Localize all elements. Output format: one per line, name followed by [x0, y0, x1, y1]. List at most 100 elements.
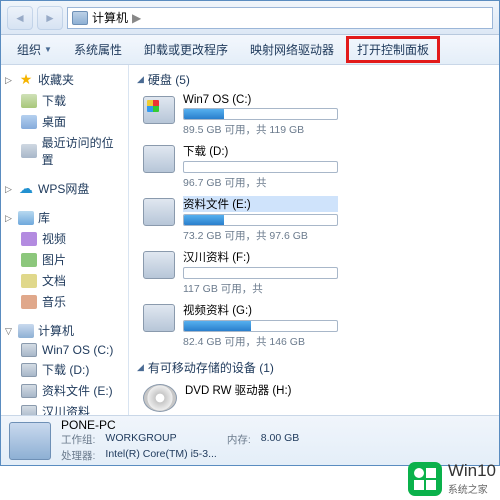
drive-f[interactable]: 汉川资料 (F:) 117 GB 可用，共	[143, 249, 338, 296]
cloud-icon: ☁	[18, 180, 34, 197]
computer-icon	[9, 422, 51, 460]
section-hdd[interactable]: ◢硬盘 (5)	[137, 71, 491, 88]
sidebar-item-drive-c[interactable]: Win7 OS (C:)	[1, 341, 128, 359]
content-pane: ◢硬盘 (5) Win7 OS (C:) 89.5 GB 可用，共 119 GB	[129, 65, 499, 415]
drive-name: Win7 OS (C:)	[183, 94, 338, 106]
drive-e[interactable]: 资料文件 (E:) 73.2 GB 可用，共 97.6 GB	[143, 196, 338, 243]
drive-icon	[143, 96, 175, 124]
body: ▷ ★ 收藏夹 下载 桌面 最近访问的位置 ▷ ☁ WPS网盘 ▷	[1, 65, 499, 415]
explorer-window: ◄ ► 计算机 ▶ 组织 ▼ 系统属性 卸载或更改程序 映射网络驱动器 打开控制…	[0, 0, 500, 466]
forward-button[interactable]: ►	[37, 6, 63, 30]
sidebar-library[interactable]: ▷ 库	[1, 207, 128, 228]
desktop-icon	[21, 115, 37, 129]
drive-dvd[interactable]: DVD RW 驱动器 (H:)	[143, 382, 338, 412]
drive-d[interactable]: 下载 (D:) 96.7 GB 可用，共	[143, 143, 338, 190]
computer-icon	[72, 11, 88, 25]
expand-icon: ▷	[5, 75, 14, 84]
sidebar-item-desktop[interactable]: 桌面	[1, 111, 128, 132]
watermark: Win10 系统之家	[408, 461, 496, 496]
dvd-icon	[143, 384, 177, 412]
drive-icon	[143, 145, 175, 173]
pc-name: PONE-PC	[61, 418, 299, 432]
drive-name: 资料文件 (E:)	[183, 196, 338, 212]
drive-capacity-text: 73.2 GB 可用，共 97.6 GB	[183, 228, 338, 243]
music-icon	[21, 295, 37, 309]
collapse-icon: ▽	[5, 326, 14, 335]
details-pane: PONE-PC 工作组: WORKGROUP 内存: 8.00 GB 处理器: …	[1, 415, 499, 465]
downloads-icon	[21, 94, 37, 108]
sidebar-item-drive-f[interactable]: 汉川资料	[1, 401, 128, 415]
map-network-drive-button[interactable]: 映射网络驱动器	[240, 37, 344, 62]
toolbar: 组织 ▼ 系统属性 卸载或更改程序 映射网络驱动器 打开控制面板	[1, 35, 499, 65]
cpu-value: Intel(R) Core(TM) i5-3...	[105, 448, 216, 463]
memory-value: 8.00 GB	[261, 432, 300, 447]
watermark-sub: 系统之家	[448, 481, 496, 496]
chevron-down-icon: ▼	[44, 45, 52, 54]
star-icon: ★	[18, 71, 34, 88]
sidebar-item-documents[interactable]: 文档	[1, 270, 128, 291]
uninstall-program-button[interactable]: 卸载或更改程序	[134, 37, 238, 62]
drive-capacity-text: 96.7 GB 可用，共	[183, 175, 338, 190]
sidebar-item-drive-e[interactable]: 资料文件 (E:)	[1, 380, 128, 401]
capacity-bar	[183, 214, 338, 226]
pictures-icon	[21, 253, 37, 267]
sidebar-computer[interactable]: ▽ 计算机	[1, 320, 128, 341]
sidebar-item-music[interactable]: 音乐	[1, 291, 128, 312]
sidebar-item-drive-d[interactable]: 下载 (D:)	[1, 359, 128, 380]
sidebar-wps-label: WPS网盘	[38, 180, 89, 197]
watermark-brand: Win10	[448, 461, 496, 480]
drive-capacity-text: 117 GB 可用，共	[183, 281, 338, 296]
system-properties-button[interactable]: 系统属性	[64, 37, 132, 62]
sidebar-wps[interactable]: ▷ ☁ WPS网盘	[1, 178, 128, 199]
drive-icon	[21, 384, 37, 398]
capacity-bar	[183, 161, 338, 173]
drive-capacity-text: 89.5 GB 可用，共 119 GB	[183, 122, 338, 137]
windows-logo-icon	[408, 462, 442, 496]
memory-label: 内存:	[227, 432, 251, 447]
drive-name: 下载 (D:)	[183, 143, 338, 159]
capacity-bar	[183, 320, 338, 332]
collapse-icon: ◢	[137, 74, 144, 85]
documents-icon	[21, 274, 37, 288]
capacity-bar	[183, 267, 338, 279]
drive-name: 汉川资料 (F:)	[183, 249, 338, 265]
drive-icon	[21, 363, 37, 377]
sidebar-item-video[interactable]: 视频	[1, 228, 128, 249]
capacity-bar	[183, 108, 338, 120]
drive-icon	[143, 198, 175, 226]
computer-icon	[18, 324, 34, 338]
organize-label: 组织	[17, 41, 41, 58]
expand-icon: ▷	[5, 213, 14, 222]
sidebar-favorites-label: 收藏夹	[38, 71, 74, 88]
drive-icon	[143, 251, 175, 279]
drive-capacity-text: 82.4 GB 可用，共 146 GB	[183, 334, 338, 349]
video-icon	[21, 232, 37, 246]
recent-icon	[21, 144, 37, 158]
expand-icon: ▷	[5, 184, 14, 193]
back-button[interactable]: ◄	[7, 6, 33, 30]
drive-g[interactable]: 视频资料 (G:) 82.4 GB 可用，共 146 GB	[143, 302, 338, 349]
cpu-label: 处理器:	[61, 448, 95, 463]
workgroup-label: 工作组:	[61, 432, 95, 447]
sidebar-item-recent[interactable]: 最近访问的位置	[1, 132, 128, 170]
section-removable[interactable]: ◢有可移动存储的设备 (1)	[137, 359, 491, 376]
collapse-icon: ◢	[137, 362, 144, 373]
titlebar: ◄ ► 计算机 ▶	[1, 1, 499, 35]
sidebar-computer-label: 计算机	[38, 322, 74, 339]
breadcrumb-location[interactable]: 计算机	[92, 9, 128, 26]
drive-icon	[143, 304, 175, 332]
workgroup-value: WORKGROUP	[105, 432, 216, 447]
drive-icon	[21, 343, 37, 357]
drive-c[interactable]: Win7 OS (C:) 89.5 GB 可用，共 119 GB	[143, 94, 338, 137]
drive-name: 视频资料 (G:)	[183, 302, 338, 318]
library-icon	[18, 211, 34, 225]
open-control-panel-button[interactable]: 打开控制面板	[346, 36, 440, 63]
navigation-pane: ▷ ★ 收藏夹 下载 桌面 最近访问的位置 ▷ ☁ WPS网盘 ▷	[1, 65, 129, 415]
sidebar-item-downloads[interactable]: 下载	[1, 90, 128, 111]
breadcrumb-separator-icon[interactable]: ▶	[132, 11, 141, 25]
sidebar-item-pictures[interactable]: 图片	[1, 249, 128, 270]
sidebar-favorites[interactable]: ▷ ★ 收藏夹	[1, 69, 128, 90]
address-bar[interactable]: 计算机 ▶	[67, 7, 493, 29]
organize-menu[interactable]: 组织 ▼	[7, 37, 62, 62]
drive-icon	[21, 405, 37, 416]
